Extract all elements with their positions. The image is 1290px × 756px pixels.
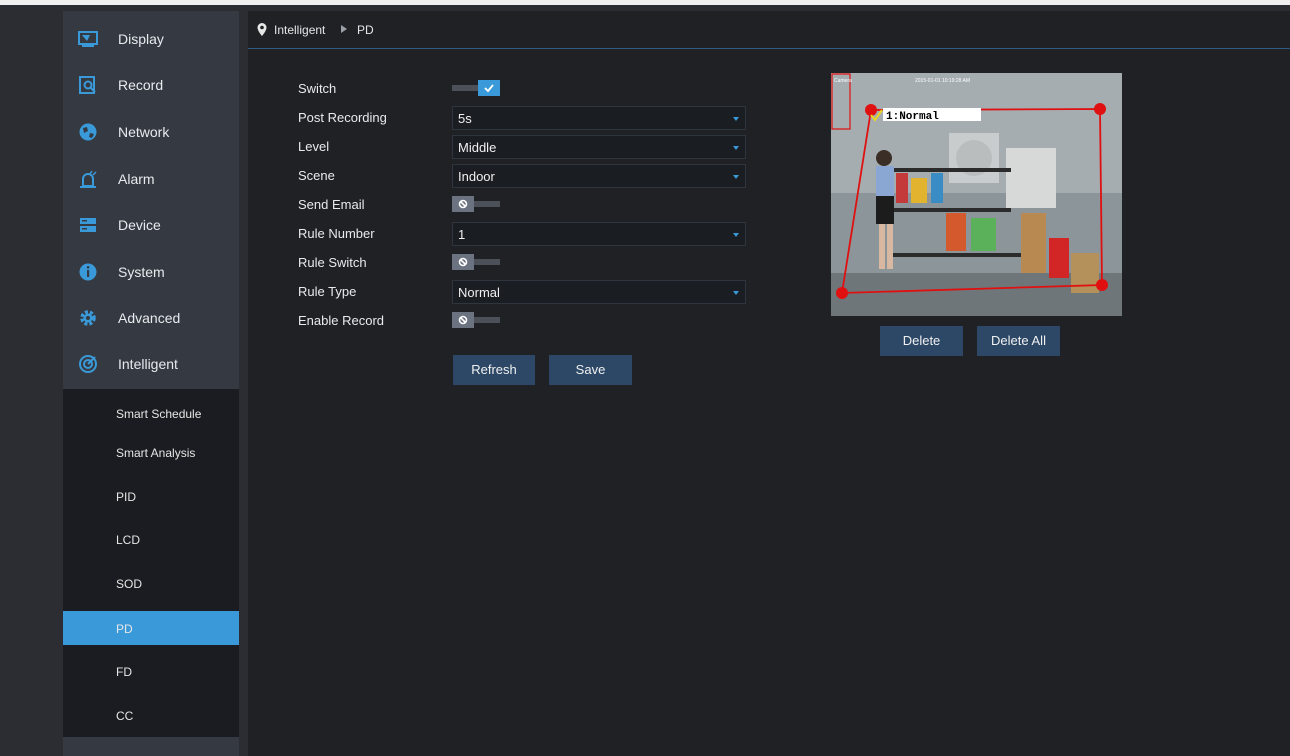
sidebar-item-intelligent[interactable]: Intelligent (63, 341, 239, 387)
alarm-siren-icon (80, 170, 97, 188)
scene-select[interactable]: Indoor (452, 164, 746, 188)
sidebar-item-label: Device (118, 217, 161, 233)
sidebar-item-system[interactable]: System (63, 249, 239, 295)
delete-all-button[interactable]: Delete All (977, 326, 1060, 356)
rule-type-select[interactable]: Normal (452, 280, 746, 304)
hard-drive-icon (80, 218, 96, 232)
submenu-item-lcd[interactable]: LCD (63, 522, 239, 556)
submenu-item-fd[interactable]: FD (63, 654, 239, 688)
main-panel: Intelligent PD Switch Post Recording 5s … (248, 11, 1290, 756)
camera-timestamp: 2015-01-01 10:19:28 AM (915, 78, 970, 84)
intelligent-icon (79, 355, 97, 373)
post-recording-select[interactable]: 5s (452, 106, 746, 130)
sidebar-item-label: Record (118, 77, 164, 93)
sidebar-item-device[interactable]: Device (63, 202, 239, 248)
submenu-item-cc[interactable]: CC (63, 698, 239, 732)
toggle-knob (452, 196, 474, 212)
submenu-item-pd[interactable]: PD (63, 611, 239, 645)
chevron-down-icon (733, 233, 739, 237)
breadcrumb: Intelligent PD (248, 11, 1290, 49)
rule-handle[interactable] (1096, 279, 1108, 291)
disabled-icon (458, 257, 468, 267)
disabled-icon (458, 199, 468, 209)
sidebar-item-record[interactable]: Record (63, 62, 239, 108)
level-label: Level (298, 139, 330, 154)
submenu-item-label: FD (116, 665, 132, 679)
submenu-item-label: CC (116, 709, 134, 723)
location-pin-icon (257, 23, 267, 36)
send-email-label: Send Email (298, 197, 365, 212)
top-border (0, 0, 1290, 5)
post-recording-label: Post Recording (298, 110, 387, 125)
submenu-item-smart-analysis[interactable]: Smart Analysis (63, 435, 239, 469)
app-frame: Display Record Network Alarm Device Syst… (0, 0, 1290, 756)
save-button[interactable]: Save (549, 355, 632, 385)
rule-handle[interactable] (836, 287, 848, 299)
submenu-item-smart-schedule[interactable]: Smart Schedule (63, 396, 239, 430)
submenu-item-label: SOD (116, 577, 143, 591)
refresh-button[interactable]: Refresh (453, 355, 535, 385)
level-select[interactable]: Middle (452, 135, 746, 159)
gear-icon (80, 310, 96, 326)
submenu-item-label: PD (116, 622, 133, 636)
rule-number-label: Rule Number (298, 226, 375, 241)
rule-number-select[interactable]: 1 (452, 222, 746, 246)
enable-record-toggle[interactable] (452, 312, 500, 328)
level-value: Middle (458, 140, 497, 155)
rule-handle[interactable] (865, 104, 877, 116)
rule-type-label: Rule Type (298, 284, 357, 299)
breadcrumb-page: PD (357, 23, 374, 37)
delete-button[interactable]: Delete (880, 326, 963, 356)
info-icon (79, 263, 97, 281)
submenu-item-label: LCD (116, 533, 141, 547)
globe-icon (79, 123, 97, 141)
scene-value: Indoor (458, 169, 495, 184)
rule-number-value: 1 (458, 227, 466, 242)
switch-label: Switch (298, 81, 337, 96)
chevron-down-icon (733, 146, 739, 150)
rule-type-value: Normal (458, 285, 500, 300)
chevron-down-icon (733, 175, 739, 179)
sidebar: Display Record Network Alarm Device Syst… (63, 11, 239, 756)
submenu-item-label: Smart Schedule (116, 407, 202, 421)
post-recording-value: 5s (458, 111, 472, 126)
sidebar-item-alarm[interactable]: Alarm (63, 156, 239, 202)
switch-toggle[interactable] (452, 80, 500, 96)
submenu-item-label: Smart Analysis (116, 446, 196, 460)
rule-switch-toggle[interactable] (452, 254, 500, 270)
camera-preview[interactable]: Camera 2015-01-01 10:19:28 AM 1:Normal (831, 73, 1122, 316)
monitor-icon (78, 31, 98, 47)
sidebar-item-label: Network (118, 124, 170, 140)
rule-label: 1:Normal (886, 111, 939, 123)
sidebar-item-label: Alarm (118, 171, 155, 187)
record-search-icon (79, 76, 96, 94)
sidebar-item-label: Display (118, 31, 164, 47)
chevron-down-icon (733, 291, 739, 295)
chevron-down-icon (733, 117, 739, 121)
submenu-item-sod[interactable]: SOD (63, 566, 239, 600)
send-email-toggle[interactable] (452, 196, 500, 212)
breadcrumb-arrow-icon (341, 25, 347, 33)
breadcrumb-section[interactable]: Intelligent (274, 23, 325, 37)
toggle-knob (478, 80, 500, 96)
submenu-item-label: PID (116, 490, 137, 504)
rule-switch-label: Rule Switch (298, 255, 367, 270)
sidebar-item-display[interactable]: Display (63, 16, 239, 62)
scene-label: Scene (298, 168, 335, 183)
toggle-knob (452, 312, 474, 328)
sidebar-item-label: Intelligent (118, 356, 178, 372)
rule-handle[interactable] (1094, 103, 1106, 115)
sidebar-item-advanced[interactable]: Advanced (63, 295, 239, 341)
toggle-knob (452, 254, 474, 270)
sidebar-item-label: Advanced (118, 310, 181, 326)
check-icon (484, 84, 494, 93)
sidebar-item-label: System (118, 264, 165, 280)
enable-record-label: Enable Record (298, 313, 384, 328)
submenu-item-pid[interactable]: PID (63, 479, 239, 513)
camera-label: Camera (834, 78, 852, 84)
camera-scene-image: Camera 2015-01-01 10:19:28 AM 1:Normal (831, 73, 1122, 316)
intelligent-submenu: Smart Schedule Smart Analysis PID LCD SO… (63, 389, 239, 737)
sidebar-item-network[interactable]: Network (63, 109, 239, 155)
disabled-icon (458, 315, 468, 325)
